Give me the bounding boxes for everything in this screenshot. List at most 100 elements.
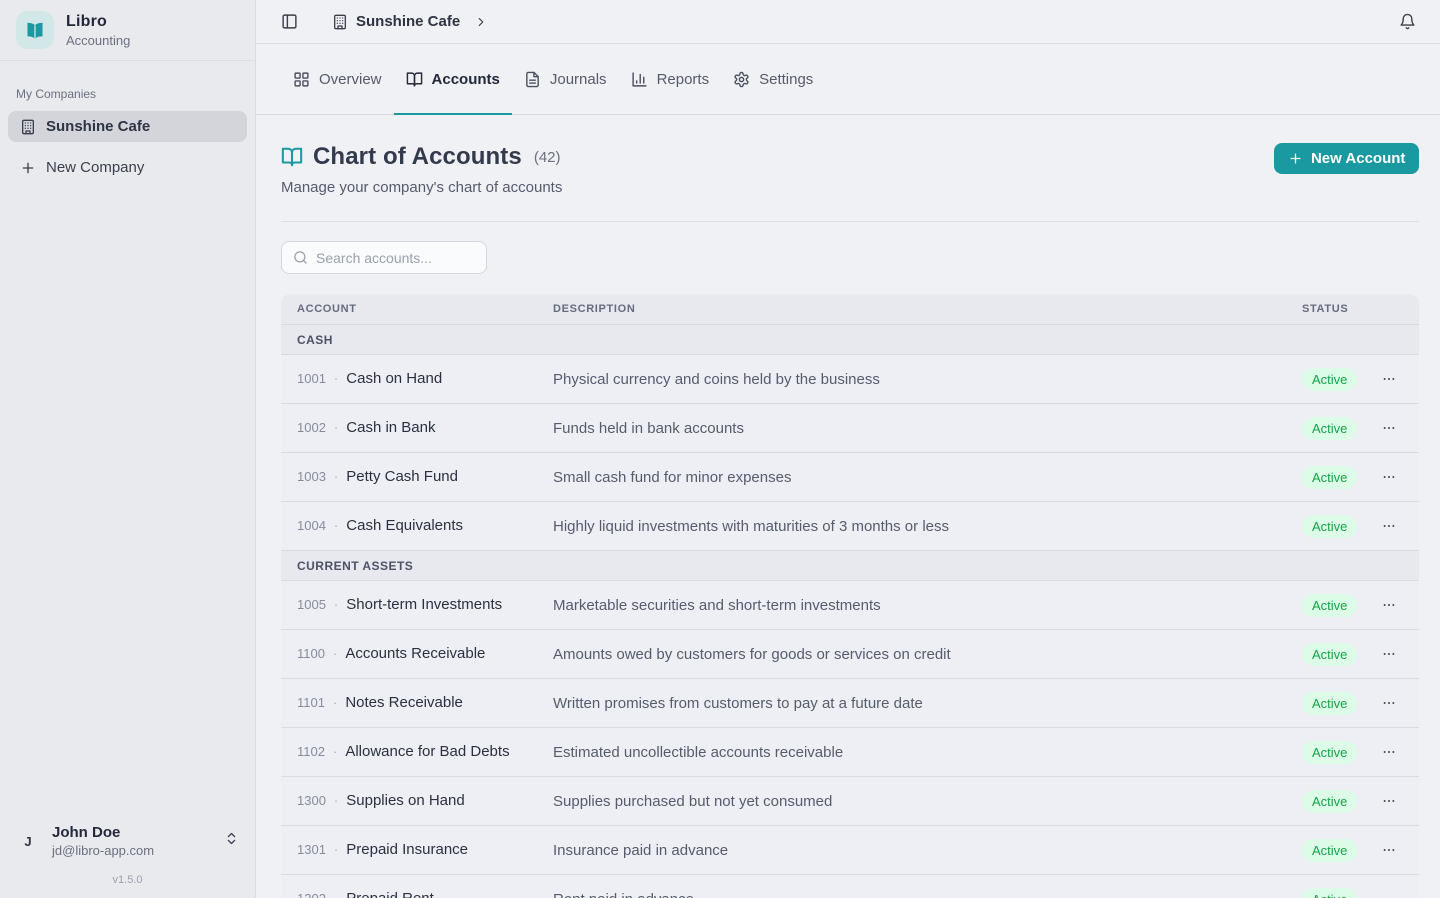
status-cell: Active	[1302, 466, 1357, 489]
row-menu-button[interactable]	[1375, 836, 1403, 864]
row-menu-button[interactable]	[1375, 591, 1403, 619]
dot-separator	[334, 419, 338, 437]
account-cell: 1001 Cash on Hand	[297, 370, 553, 388]
ellipsis-icon	[1381, 842, 1397, 858]
status-cell: Active	[1302, 515, 1357, 538]
accounts-count: (42)	[534, 149, 561, 166]
row-menu-button[interactable]	[1375, 738, 1403, 766]
building-icon	[332, 14, 348, 30]
search-input[interactable]	[316, 250, 475, 266]
sidebar-footer: J John Doe jd@libro-app.com v1.5.0	[0, 812, 255, 898]
user-menu[interactable]: J John Doe jd@libro-app.com	[16, 824, 239, 858]
page-subtitle: Manage your company's chart of accounts	[281, 179, 562, 196]
tab-accounts[interactable]: Accounts	[394, 44, 512, 114]
account-cell: 1004 Cash Equivalents	[297, 517, 553, 535]
status-cell: Active	[1302, 594, 1357, 617]
bell-icon	[1399, 13, 1416, 30]
table-row[interactable]: 1003 Petty Cash Fund Small cash fund for…	[281, 453, 1419, 502]
new-company-label: New Company	[46, 159, 144, 176]
dot-separator	[334, 370, 338, 388]
account-code: 1301	[297, 842, 326, 857]
account-name: Cash on Hand	[346, 370, 442, 387]
status-badge: Active	[1302, 692, 1357, 715]
table-row[interactable]: 1301 Prepaid Insurance Insurance paid in…	[281, 826, 1419, 875]
status-badge: Active	[1302, 368, 1357, 391]
status-cell: Active	[1302, 790, 1357, 813]
table-row[interactable]: 1302 Prepaid Rent Rent paid in advance A…	[281, 875, 1419, 898]
status-badge: Active	[1302, 643, 1357, 666]
row-menu-button[interactable]	[1375, 787, 1403, 815]
app-logo-area: Libro Accounting	[0, 0, 255, 61]
row-menu-button[interactable]	[1375, 414, 1403, 442]
column-header-account: ACCOUNT	[297, 303, 553, 315]
status-cell: Active	[1302, 888, 1357, 898]
column-header-status: STATUS	[1302, 303, 1357, 315]
table-row[interactable]: 1102 Allowance for Bad Debts Estimated u…	[281, 728, 1419, 777]
breadcrumb[interactable]: Sunshine Cafe	[332, 13, 488, 30]
sidebar-toggle-button[interactable]	[281, 13, 298, 30]
chevrons-up-down-icon[interactable]	[224, 831, 239, 851]
account-name: Petty Cash Fund	[346, 468, 458, 485]
account-code: 1101	[297, 695, 325, 710]
table-row[interactable]: 1004 Cash Equivalents Highly liquid inve…	[281, 502, 1419, 551]
tab-journals[interactable]: Journals	[512, 44, 619, 114]
plus-icon	[1288, 151, 1303, 166]
account-description: Rent paid in advance	[553, 891, 1302, 898]
ellipsis-icon	[1381, 646, 1397, 662]
sidebar-item-company[interactable]: Sunshine Cafe	[8, 111, 247, 142]
row-menu-button[interactable]	[1375, 689, 1403, 717]
account-code: 1302	[297, 891, 326, 898]
table-row[interactable]: 1001 Cash on Hand Physical currency and …	[281, 355, 1419, 404]
account-description: Marketable securities and short-term inv…	[553, 597, 1302, 614]
ellipsis-icon	[1381, 371, 1397, 387]
account-cell: 1002 Cash in Bank	[297, 419, 553, 437]
status-badge: Active	[1302, 515, 1357, 538]
new-company-button[interactable]: New Company	[8, 152, 247, 183]
new-account-label: New Account	[1311, 150, 1405, 167]
row-menu-button[interactable]	[1375, 463, 1403, 491]
row-menu-button[interactable]	[1375, 885, 1403, 898]
tab-overview[interactable]: Overview	[281, 44, 394, 114]
table-row[interactable]: 1101 Notes Receivable Written promises f…	[281, 679, 1419, 728]
new-account-button[interactable]: New Account	[1274, 143, 1419, 174]
account-name: Supplies on Hand	[346, 792, 464, 809]
dot-separator	[334, 792, 338, 810]
actions-cell	[1357, 365, 1403, 393]
account-cell: 1301 Prepaid Insurance	[297, 841, 553, 859]
account-cell: 1101 Notes Receivable	[297, 694, 553, 712]
page-content: Chart of Accounts (42) Manage your compa…	[256, 115, 1440, 898]
app-name: Libro	[66, 13, 130, 31]
table-section-header: CASH	[281, 325, 1419, 355]
plus-icon	[20, 160, 36, 176]
company-name: Sunshine Cafe	[46, 118, 150, 135]
tab-label: Journals	[550, 71, 607, 88]
actions-cell	[1357, 689, 1403, 717]
table-row[interactable]: 1005 Short-term Investments Marketable s…	[281, 581, 1419, 630]
actions-cell	[1357, 738, 1403, 766]
tab-settings[interactable]: Settings	[721, 44, 825, 114]
chevron-right-icon	[474, 15, 488, 29]
table-row[interactable]: 1300 Supplies on Hand Supplies purchased…	[281, 777, 1419, 826]
tab-reports[interactable]: Reports	[619, 44, 722, 114]
tab-label: Accounts	[432, 71, 500, 88]
account-name: Prepaid Insurance	[346, 841, 468, 858]
divider	[281, 221, 1419, 222]
table-section-header: CURRENT ASSETS	[281, 551, 1419, 581]
notifications-button[interactable]	[1399, 13, 1416, 30]
status-cell: Active	[1302, 417, 1357, 440]
building-icon	[20, 119, 36, 135]
row-menu-button[interactable]	[1375, 365, 1403, 393]
actions-cell	[1357, 591, 1403, 619]
user-name: John Doe	[52, 824, 154, 841]
table-row[interactable]: 1100 Accounts Receivable Amounts owed by…	[281, 630, 1419, 679]
page-title: Chart of Accounts	[313, 143, 522, 171]
account-code: 1300	[297, 793, 326, 808]
tab-label: Reports	[657, 71, 710, 88]
table-row[interactable]: 1002 Cash in Bank Funds held in bank acc…	[281, 404, 1419, 453]
status-cell: Active	[1302, 839, 1357, 862]
row-menu-button[interactable]	[1375, 640, 1403, 668]
row-menu-button[interactable]	[1375, 512, 1403, 540]
dot-separator	[334, 890, 338, 898]
account-code: 1005	[297, 597, 326, 612]
account-cell: 1005 Short-term Investments	[297, 596, 553, 614]
